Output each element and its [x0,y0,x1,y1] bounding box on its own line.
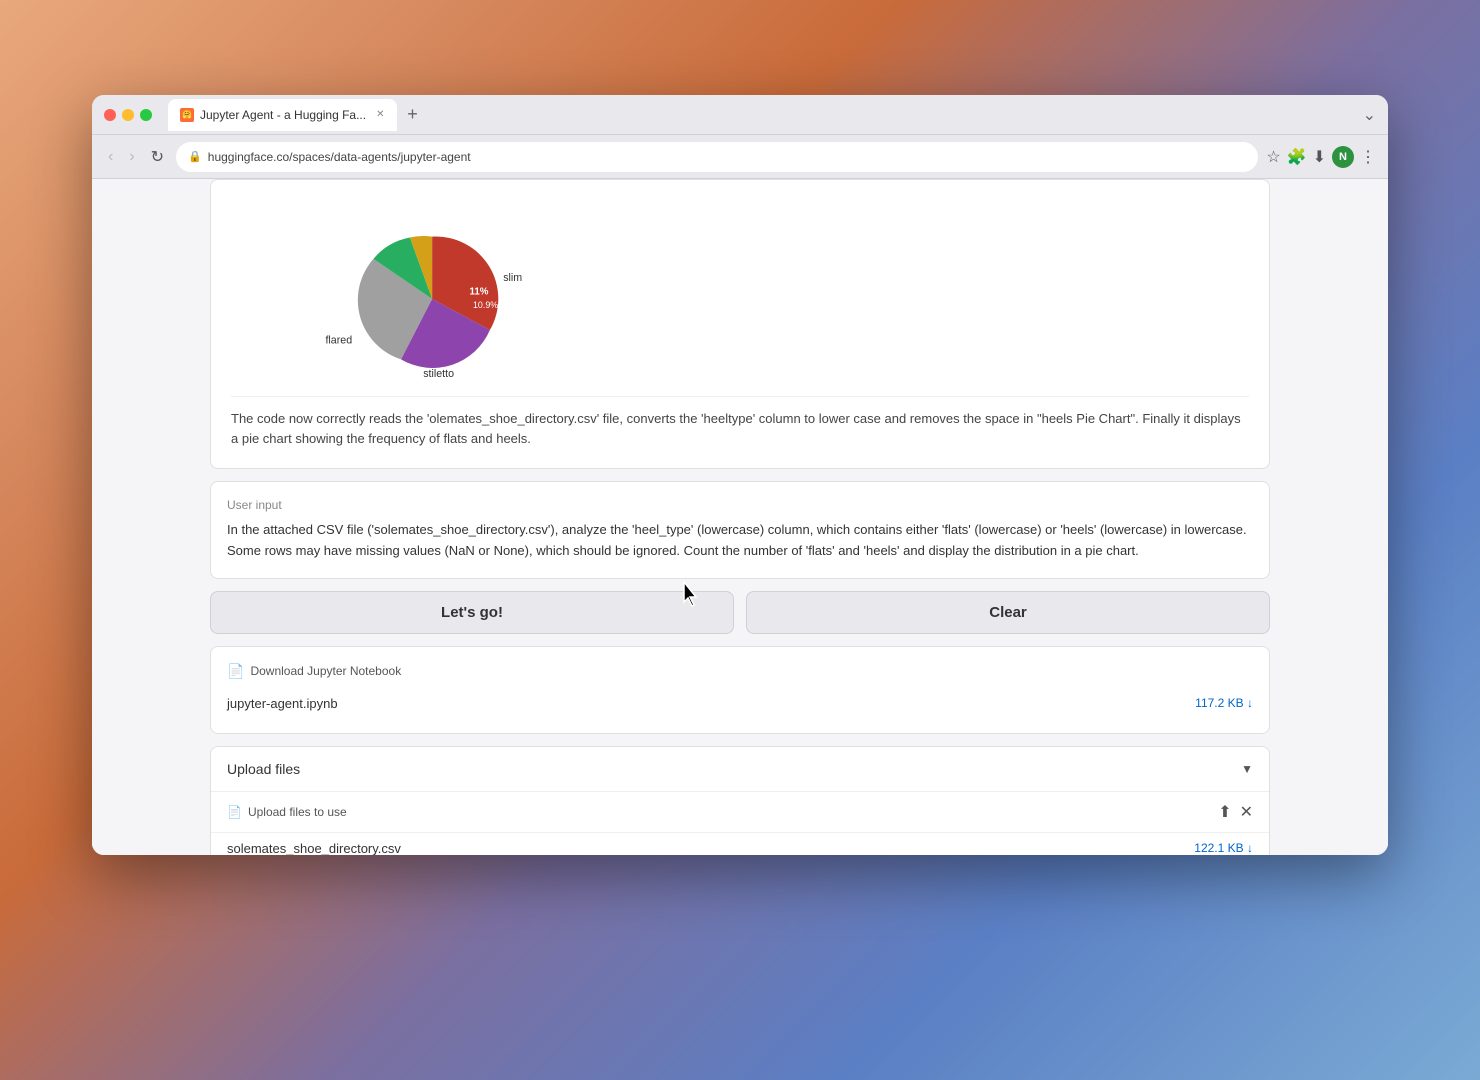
upload-input-label: 📄 Upload files to use [227,805,347,819]
tab-title: Jupyter Agent - a Hugging Fa... [200,108,366,122]
tab-favicon: 🤗 [180,108,194,122]
user-input-text: In the attached CSV file ('solemates_sho… [227,520,1253,562]
tab-close-button[interactable]: ✕ [376,109,384,120]
clear-button[interactable]: Clear [746,591,1270,634]
download-section: 📄 Download Jupyter Notebook jupyter-agen… [210,646,1270,734]
bookmark-button[interactable]: ☆ [1266,147,1280,167]
user-input-card: User input In the attached CSV file ('so… [210,481,1270,579]
upload-section-header: Upload files ▼ [211,747,1269,792]
download-button[interactable]: ⬇ [1313,147,1326,167]
label-flared: flared [325,334,352,346]
url-input[interactable]: 🔒 huggingface.co/spaces/data-agents/jupy… [176,142,1258,172]
close-traffic-light[interactable] [104,109,116,121]
traffic-lights [104,109,152,121]
chart-description: The code now correctly reads the 'olemat… [231,396,1249,448]
tab-bar: 🤗 Jupyter Agent - a Hugging Fa... ✕ + [168,99,1355,131]
upload-input-text[interactable]: Upload files to use [248,805,347,819]
maximize-traffic-light[interactable] [140,109,152,121]
title-bar: 🤗 Jupyter Agent - a Hugging Fa... ✕ + ⌄ [92,95,1388,135]
label-stiletto: stiletto [423,368,454,380]
clear-upload-button[interactable]: ✕ [1240,802,1253,822]
download-label[interactable]: Download Jupyter Notebook [250,664,401,678]
label-11pct: 11% [469,286,488,297]
profile-avatar[interactable]: N [1332,146,1354,168]
user-input-label: User input [227,498,1253,512]
pie-container: 11% 10.9% flared stiletto slim [311,210,571,370]
minimize-traffic-light[interactable] [122,109,134,121]
url-actions: ☆ 🧩 ⬇ N ⋮ [1266,146,1376,168]
uploaded-filename: solemates_shoe_directory.csv [227,841,401,855]
label-slim: slim [503,272,522,284]
notebook-icon: 📄 [227,663,244,680]
notebook-filename: jupyter-agent.ipynb [227,696,338,711]
refresh-button[interactable]: ↻ [147,143,168,171]
url-bar: ‹ › ↻ 🔒 huggingface.co/spaces/data-agent… [92,135,1388,179]
browser-window: 🤗 Jupyter Agent - a Hugging Fa... ✕ + ⌄ … [92,95,1388,855]
extensions-button[interactable]: 🧩 [1287,147,1307,167]
uploaded-file-row: solemates_shoe_directory.csv 122.1 KB ↓ [211,833,1269,855]
active-tab[interactable]: 🤗 Jupyter Agent - a Hugging Fa... ✕ [168,99,397,131]
upload-file-icon: 📄 [227,805,242,819]
download-header: 📄 Download Jupyter Notebook [227,663,1253,680]
action-buttons: Let's go! Clear [210,591,1270,634]
upload-input-row: 📄 Upload files to use ⬆ ✕ [211,792,1269,833]
back-button[interactable]: ‹ [104,144,117,170]
pie-chart-section: 11% 10.9% flared stiletto slim [231,200,1249,380]
label-109pct: 10.9% [473,300,498,310]
forward-button[interactable]: › [125,144,138,170]
notebook-filesize[interactable]: 117.2 KB ↓ [1195,696,1253,710]
upload-section-title: Upload files [227,761,300,777]
upload-section: Upload files ▼ 📄 Upload files to use ⬆ ✕ [210,746,1270,855]
main-container: 11% 10.9% flared stiletto slim The code … [190,179,1290,855]
new-tab-button[interactable]: + [401,103,425,127]
upload-toggle-icon[interactable]: ▼ [1241,762,1253,776]
page-content[interactable]: 11% 10.9% flared stiletto slim The code … [92,179,1388,855]
window-controls: ⌄ [1363,105,1376,125]
url-text: huggingface.co/spaces/data-agents/jupyte… [208,150,471,164]
upload-actions: ⬆ ✕ [1218,802,1253,822]
notebook-file-row: jupyter-agent.ipynb 117.2 KB ↓ [227,690,1253,717]
pie-chart-card: 11% 10.9% flared stiletto slim The code … [210,179,1270,469]
browser-content: 11% 10.9% flared stiletto slim The code … [92,179,1388,855]
upload-button[interactable]: ⬆ [1218,802,1231,822]
uploaded-filesize[interactable]: 122.1 KB ↓ [1194,841,1253,855]
pie-chart-svg: 11% 10.9% flared stiletto slim [311,210,571,370]
security-icon: 🔒 [188,150,202,163]
window-expand-button[interactable]: ⌄ [1363,105,1376,125]
menu-button[interactable]: ⋮ [1360,147,1376,167]
lets-go-button[interactable]: Let's go! [210,591,734,634]
